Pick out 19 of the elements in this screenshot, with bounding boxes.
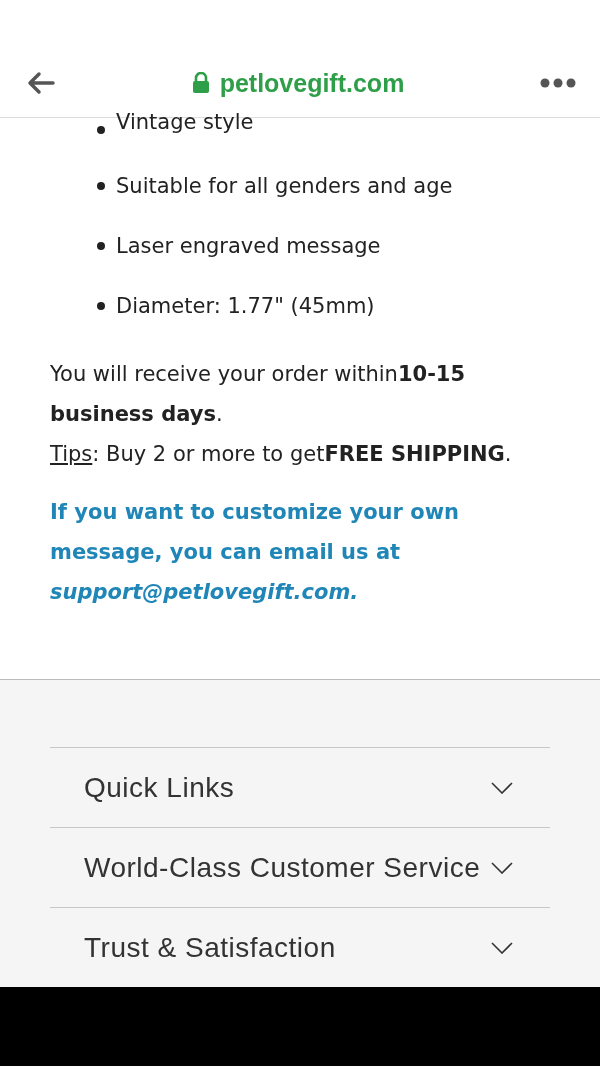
- accordion-item[interactable]: Quick Links: [50, 747, 550, 828]
- feature-text: Suitable for all genders and age: [116, 174, 453, 198]
- chevron-icon: [491, 781, 513, 794]
- more-menu-icon[interactable]: [540, 78, 576, 89]
- bullet-icon: [97, 182, 105, 190]
- tips-link[interactable]: Tips: [50, 442, 93, 466]
- bullet-icon: [97, 302, 105, 310]
- accordion-item[interactable]: World-Class Customer Service: [50, 827, 550, 908]
- feature-text: Laser engraved message: [116, 234, 381, 258]
- chevron-icon: [491, 941, 513, 954]
- delivery-text: You will receive your order within10-15 business days.: [50, 361, 467, 428]
- feature-text: Vintage style: [116, 110, 254, 134]
- feature-text: Diameter: 1.77" (45mm): [116, 294, 375, 318]
- back-arrow-icon[interactable]: [26, 71, 56, 96]
- tips-text: Tips: Buy 2 or more to getFREE SHIPPING.: [50, 441, 513, 468]
- bullet-icon: [97, 242, 105, 250]
- customize-text: If you want to customize your own message, you can email us at support@petlovegift.com.: [50, 499, 461, 606]
- chevron-icon: [491, 861, 513, 874]
- bullet-icon: [97, 126, 105, 134]
